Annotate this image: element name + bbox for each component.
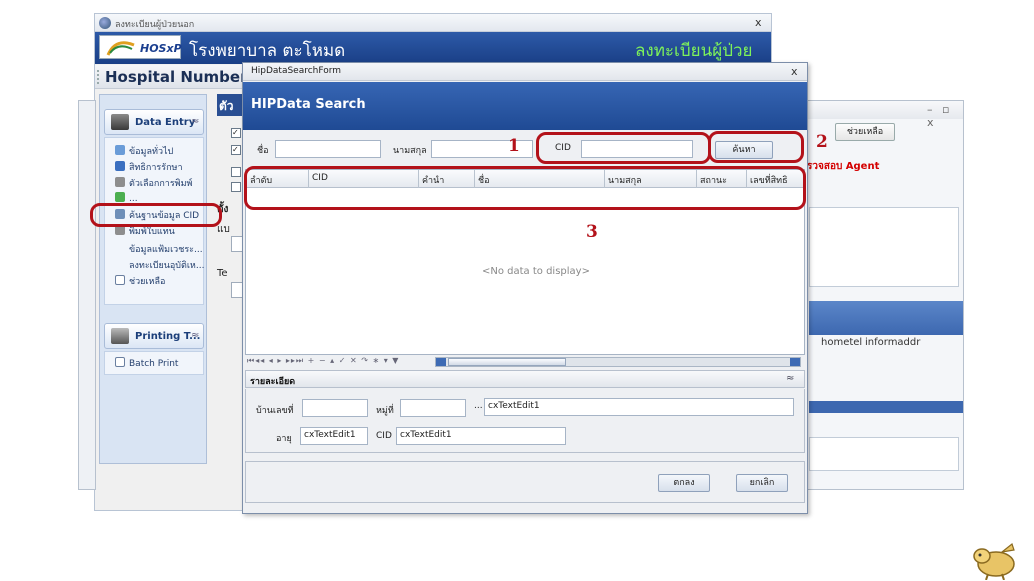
nav-items-printing: Batch Print <box>104 351 204 375</box>
behind-checkbox[interactable] <box>231 167 241 177</box>
grid-horizontal-scrollbar[interactable] <box>435 357 801 367</box>
first-name-label: ชื่อ <box>257 146 269 156</box>
nav-group-title: Data Entry <box>135 117 196 128</box>
nav-item-rights[interactable]: สิทธิการรักษา <box>115 160 183 175</box>
scroll-left-icon[interactable] <box>436 358 446 366</box>
agent-check-text: รวจสอบ Agent <box>807 161 880 172</box>
nav-item-general[interactable]: ข้อมูลทั่วไป <box>115 144 173 159</box>
nav-group-printing[interactable]: Printing T... ≈ <box>104 323 204 349</box>
age-input[interactable]: cxTextEdit1 <box>300 427 368 445</box>
last-name-label: นามสกุล <box>393 146 427 156</box>
dialog-titlebar: HipDataSearchForm x <box>243 63 807 81</box>
details-title: รายละเอียด <box>250 377 296 387</box>
detail-cid-label: CID <box>376 431 392 441</box>
dialog-footer: ตกลง ยกเลิก <box>245 461 805 503</box>
nav-item-medical-file[interactable]: ข้อมูลแฟ้มเวชระ... <box>129 242 203 257</box>
grid-empty-message: <No data to display> <box>482 266 590 277</box>
hipdata-search-dialog: HipDataSearchForm x HIPData Search ชื่อ … <box>242 62 808 514</box>
background-text-box <box>809 437 959 471</box>
column-informaddr: informaddr <box>865 337 921 348</box>
first-name-input[interactable] <box>275 140 381 158</box>
hospital-number-label: Hospital Number <box>105 68 248 86</box>
behind-label: แบ <box>217 224 230 235</box>
age-label: อายุ <box>276 434 292 444</box>
details-panel: บ้านเลขที่ หมู่ที่ ... cxTextEdit1 อายุ … <box>245 389 805 453</box>
annotation-number-2: 2 <box>816 132 828 152</box>
nav-item-help[interactable]: ช่วยเหลือ <box>115 274 165 289</box>
help-icon <box>115 275 125 285</box>
moo-input[interactable] <box>400 399 466 417</box>
printer-icon <box>115 177 125 187</box>
annotation-box-nav-cid <box>90 203 222 227</box>
nav-group-data-entry[interactable]: Data Entry ≈ <box>104 109 204 135</box>
behind-label: Te <box>217 268 228 279</box>
background-window-titlebar: – ▫ x <box>805 101 963 129</box>
register-title: ลงทะเบียนผู้ป่วย <box>635 41 753 61</box>
annotation-number-3: 3 <box>586 222 598 242</box>
scroll-thumb[interactable] <box>448 358 566 366</box>
logo-swoosh-icon <box>106 41 135 56</box>
behind-checkbox[interactable] <box>231 182 241 192</box>
chevron-up-icon[interactable]: ≈ <box>191 116 199 127</box>
navigator-buttons[interactable]: ⏮◂◂ ◂ ▸ ▸▸⏭ + − ▴ ✓ ✕ ↷ ∗ ▾ ▼ <box>247 356 399 366</box>
toolbar-grip[interactable] <box>97 70 100 84</box>
collapse-icon[interactable]: ≈ <box>786 373 794 384</box>
mascot-image <box>973 542 1015 580</box>
ok-button[interactable]: ตกลง <box>658 474 710 492</box>
background-scrollbar[interactable] <box>809 401 963 413</box>
left-nav-panel: Data Entry ≈ ข้อมูลทั่วไป สิทธิการรักษา … <box>99 94 207 464</box>
address-input[interactable]: cxTextEdit1 <box>484 398 794 416</box>
help-button[interactable]: ช่วยเหลือ <box>835 123 895 141</box>
nav-item-batch-print[interactable]: Batch Print <box>115 357 178 372</box>
scroll-right-icon[interactable] <box>790 358 800 366</box>
dialog-header-title: HIPData Search <box>251 97 366 112</box>
outer-titlebar: ลงทะเบียนผู้ป่วยนอก x <box>95 14 771 32</box>
moo-label: หมู่ที่ <box>376 406 394 416</box>
rights-icon <box>115 161 125 171</box>
grid-navigator: ⏮◂◂ ◂ ▸ ▸▸⏭ + − ▴ ✓ ✕ ↷ ∗ ▾ ▼ <box>245 355 805 369</box>
outer-window-title: ลงทะเบียนผู้ป่วยนอก <box>115 20 195 30</box>
chevron-up-icon[interactable]: ≈ <box>191 330 199 341</box>
ellipsis-label: ... <box>474 401 483 411</box>
detail-cid-input[interactable]: cxTextEdit1 <box>396 427 566 445</box>
annotation-box-grid-header <box>244 166 806 210</box>
house-no-input[interactable] <box>302 399 368 417</box>
annotation-number-1: 1 <box>508 136 520 156</box>
behind-checkbox[interactable]: ✓ <box>231 145 241 155</box>
background-window-right: – ▫ x ช่วยเหลือ รวจสอบ Agent hometel inf… <box>804 100 964 490</box>
hospital-banner: HOSxP โรงพยาบาล ตะโหมด ลงทะเบียนผู้ป่วย <box>95 32 771 64</box>
details-header[interactable]: รายละเอียด ≈ <box>245 370 805 388</box>
window-controls-icon[interactable]: – ▫ x <box>927 103 963 129</box>
nav-item-accident[interactable]: ลงทะเบียนอุบัติเห... <box>129 258 204 273</box>
logo-text: HOSxP <box>140 42 182 55</box>
hosxp-logo: HOSxP <box>99 35 182 59</box>
dialog-header: HIPData Search <box>243 82 807 130</box>
app-icon <box>99 17 111 29</box>
nav-item-print-options[interactable]: ตัวเลือกการพิมพ์ <box>115 176 192 191</box>
batch-print-icon <box>115 357 125 367</box>
annotation-box-cid <box>536 132 711 164</box>
background-grid-header <box>809 301 963 335</box>
data-entry-icon <box>111 114 129 130</box>
info-icon <box>115 145 125 155</box>
annotation-box-search-button <box>708 131 804 163</box>
printer-icon <box>111 328 129 344</box>
hospital-name: โรงพยาบาล ตะโหมด <box>189 41 346 61</box>
house-no-label: บ้านเลขที่ <box>256 406 294 416</box>
people-icon <box>115 192 125 202</box>
dialog-close-icon[interactable]: x <box>791 65 798 78</box>
background-window-left-edge <box>78 100 96 490</box>
column-hometel: hometel <box>821 337 863 348</box>
cancel-button[interactable]: ยกเลิก <box>736 474 788 492</box>
background-text-box <box>809 207 959 287</box>
dialog-title: HipDataSearchForm <box>251 66 342 76</box>
outer-close-icon[interactable]: x <box>755 16 762 29</box>
behind-checkbox[interactable]: ✓ <box>231 128 241 138</box>
